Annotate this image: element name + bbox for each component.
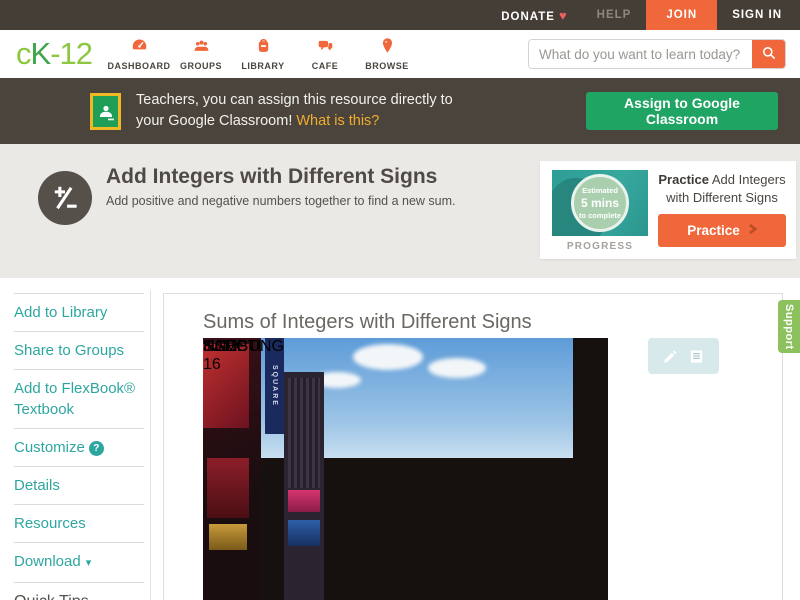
join-button[interactable]: JOIN — [646, 0, 718, 30]
page-subtitle: Add positive and negative numbers togeth… — [106, 194, 456, 208]
nav-groups[interactable]: GROUPS — [170, 37, 232, 71]
billboard-pink — [288, 490, 320, 512]
content-heading: Sums of Integers with Different Signs — [203, 311, 532, 333]
help-link[interactable]: HELP — [597, 9, 632, 21]
lesson-header: Add Integers with Different Signs Add po… — [0, 144, 800, 278]
left-tower — [284, 372, 324, 600]
pencil-icon[interactable] — [662, 348, 679, 365]
sidebar-divider — [150, 290, 151, 600]
nav-browse[interactable]: BROWSE — [356, 37, 418, 71]
top-bar: DONATE ♥ HELP JOIN SIGN IN — [0, 0, 800, 30]
search-button[interactable] — [752, 40, 785, 68]
site-header: cK-12 DASHBOARD GROUPS LIBRARY CAFE BROW… — [0, 30, 800, 78]
sign-in-button[interactable]: SIGN IN — [732, 9, 782, 21]
main-nav: DASHBOARD GROUPS LIBRARY CAFE BROWSE — [108, 37, 418, 71]
billboard-gold — [209, 524, 247, 550]
content-card: Sums of Integers with Different Signs SQ… — [163, 293, 783, 600]
classroom-banner: Teachers, you can assign this resource d… — [0, 78, 800, 144]
billboard-blue — [288, 520, 320, 546]
annotation-toolbar — [648, 338, 719, 374]
notes-icon[interactable] — [688, 348, 705, 365]
sidebar-item-customize[interactable]: Customize? — [14, 428, 144, 466]
nav-cafe[interactable]: CAFE — [294, 37, 356, 71]
ck12-logo[interactable]: cK-12 — [16, 38, 93, 69]
cafe-chat-icon — [317, 37, 334, 59]
sidebar-item-resources[interactable]: Resources — [14, 504, 144, 542]
sidebar-item-add-to-flexbook[interactable]: Add to FlexBook® Textbook — [14, 369, 144, 428]
classroom-banner-text: Teachers, you can assign this resource d… — [136, 91, 453, 129]
progress-label: PROGRESS — [566, 241, 634, 252]
estimated-time-badge: Estimated 5 mins to complete — [571, 174, 629, 232]
practice-title: Practice Add Integers with Different Sig… — [658, 172, 786, 205]
sidebar-item-quick-tips[interactable]: Quick Tips — [14, 582, 144, 600]
google-classroom-icon — [90, 92, 121, 130]
caret-down-icon: ▾ — [85, 557, 92, 569]
sidebar-item-add-to-library[interactable]: Add to Library — [14, 293, 144, 331]
practice-card: Estimated 5 mins to complete PROGRESS Pr… — [540, 161, 796, 259]
search-icon — [761, 45, 777, 64]
page-title: Add Integers with Different Signs — [106, 165, 438, 188]
times-square-photo: SQUARE NCEPTI JULY 16 HSBC SAMSUNG — [203, 338, 608, 600]
browse-pin-icon — [379, 37, 396, 59]
sidebar-item-share-to-groups[interactable]: Share to Groups — [14, 331, 144, 369]
sidebar-item-download[interactable]: Download ▾ — [14, 542, 144, 582]
sidebar: Add to Library Share to Groups Add to Fl… — [14, 293, 144, 600]
main-area: Add to Library Share to Groups Add to Fl… — [0, 278, 800, 600]
nav-library[interactable]: LIBRARY — [232, 37, 294, 71]
cloud — [353, 344, 423, 370]
samsung-sign: SAMSUNG — [203, 338, 284, 355]
search-input[interactable] — [529, 40, 752, 68]
donate-link[interactable]: DONATE ♥ — [501, 8, 566, 23]
assign-to-classroom-button[interactable]: Assign to Google Classroom — [586, 92, 778, 130]
what-is-this-link[interactable]: What is this? — [296, 113, 379, 129]
windows — [288, 378, 320, 488]
library-backpack-icon — [255, 37, 272, 59]
chevron-right-icon — [748, 223, 758, 238]
sidebar-item-details[interactable]: Details — [14, 466, 144, 504]
practice-button[interactable]: Practice — [658, 214, 786, 248]
practice-thumbnail[interactable]: Estimated 5 mins to complete — [552, 170, 648, 236]
search-box — [528, 39, 786, 69]
cloud — [428, 358, 486, 378]
help-icon[interactable]: ? — [88, 441, 104, 456]
nav-dashboard[interactable]: DASHBOARD — [108, 37, 170, 71]
plus-minus-icon — [38, 171, 92, 225]
heart-icon: ♥ — [558, 7, 567, 23]
billboard-red-2 — [207, 458, 249, 518]
support-tab[interactable]: Support — [778, 300, 800, 353]
dashboard-gauge-icon — [131, 37, 148, 59]
groups-people-icon — [193, 37, 210, 59]
